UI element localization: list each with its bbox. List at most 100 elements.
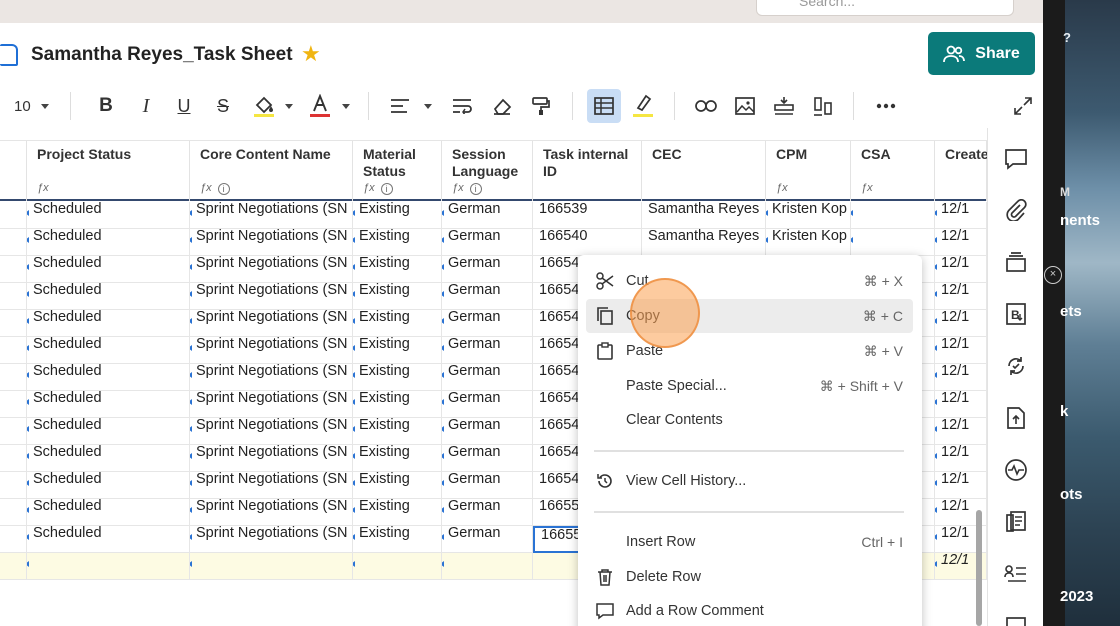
table-cell[interactable]: Scheduled	[27, 499, 190, 526]
table-cell[interactable]: Existing	[353, 229, 442, 256]
table-cell[interactable]: Scheduled	[27, 202, 190, 229]
row-number-cell[interactable]	[0, 256, 27, 283]
table-cell[interactable]: German	[442, 337, 533, 364]
highlight-button[interactable]	[631, 86, 655, 126]
menu-item-clear-contents[interactable]: Clear Contents	[586, 403, 913, 437]
sheet-title[interactable]: Samantha Reyes_Task Sheet	[31, 44, 293, 66]
favorite-star-icon[interactable]: ★	[301, 41, 321, 67]
table-cell[interactable]	[442, 553, 533, 580]
table-row[interactable]: Scheduled Sprint Negotiations (SN Existing…	[0, 202, 987, 229]
column-header[interactable]: CPM ƒx	[766, 141, 851, 201]
table-cell[interactable]: German	[442, 418, 533, 445]
panel-more-icon[interactable]	[1002, 610, 1030, 626]
info-icon[interactable]: i	[469, 182, 482, 195]
table-cell[interactable]: German	[442, 256, 533, 283]
table-cell[interactable]: Scheduled	[27, 526, 190, 553]
table-cell[interactable]: Existing	[353, 418, 442, 445]
table-cell[interactable]: Existing	[353, 364, 442, 391]
attachments-icon[interactable]	[1002, 196, 1030, 224]
table-cell[interactable]: Scheduled	[27, 310, 190, 337]
text-color-button[interactable]	[308, 86, 332, 126]
table-cell[interactable]	[353, 553, 442, 580]
underline-button[interactable]: U	[173, 86, 195, 126]
table-cell[interactable]: Scheduled	[27, 256, 190, 283]
menu-item-delete-row[interactable]: Delete Row	[586, 560, 913, 594]
menu-item-paste[interactable]: Paste ⌘ + V	[586, 334, 913, 368]
table-cell[interactable]: Sprint Negotiations (SN	[190, 202, 353, 229]
table-cell[interactable]: Sprint Negotiations (SN	[190, 229, 353, 256]
upload-file-icon[interactable]	[1002, 404, 1030, 432]
activity-icon[interactable]	[1002, 456, 1030, 484]
column-header[interactable]: Project Status ƒx	[27, 141, 190, 201]
table-cell[interactable]: Sprint Negotiations (SN	[190, 499, 353, 526]
table-cell[interactable]: Scheduled	[27, 283, 190, 310]
table-cell[interactable]: Sprint Negotiations (SN	[190, 418, 353, 445]
table-cell[interactable]: German	[442, 445, 533, 472]
table-cell[interactable]: Sprint Negotiations (SN	[190, 337, 353, 364]
row-number-cell[interactable]	[0, 310, 27, 337]
table-cell[interactable]: Scheduled	[27, 472, 190, 499]
row-number-cell[interactable]	[0, 202, 27, 229]
table-cell[interactable]: Sprint Negotiations (SN	[190, 310, 353, 337]
table-cell[interactable]: Sprint Negotiations (SN	[190, 256, 353, 283]
table-cell[interactable]: Samantha Reyes	[642, 229, 766, 256]
table-cell[interactable]: Existing	[353, 526, 442, 553]
menu-item-paste-special[interactable]: Paste Special... ⌘ + Shift + V	[586, 369, 913, 403]
table-cell[interactable]: Samantha Reyes	[642, 202, 766, 229]
column-header[interactable]: CEC	[642, 141, 766, 201]
table-cell[interactable]: Kristen Kop	[766, 229, 851, 256]
table-cell[interactable]: Sprint Negotiations (SN	[190, 391, 353, 418]
row-height-button[interactable]	[772, 86, 796, 126]
menu-item-view-cell-history[interactable]: View Cell History...	[586, 464, 913, 498]
table-cell[interactable]: Scheduled	[27, 391, 190, 418]
row-number-cell[interactable]	[0, 445, 27, 472]
table-cell[interactable]: Existing	[353, 391, 442, 418]
italic-button[interactable]: I	[135, 86, 157, 126]
column-button[interactable]	[811, 86, 835, 126]
clear-format-button[interactable]	[490, 86, 514, 126]
row-number-cell[interactable]	[0, 337, 27, 364]
table-cell[interactable]: Sprint Negotiations (SN	[190, 472, 353, 499]
info-icon[interactable]: i	[380, 182, 393, 195]
table-cell[interactable]: Sprint Negotiations (SN	[190, 526, 353, 553]
wrap-text-button[interactable]	[450, 86, 474, 126]
table-cell[interactable]: German	[442, 310, 533, 337]
table-cell[interactable]: Scheduled	[27, 229, 190, 256]
table-cell[interactable]: Sprint Negotiations (SN	[190, 445, 353, 472]
refresh-check-icon[interactable]	[1002, 352, 1030, 380]
table-cell[interactable]: Existing	[353, 337, 442, 364]
table-cell[interactable]: Existing	[353, 310, 442, 337]
table-cell[interactable]: Existing	[353, 472, 442, 499]
table-cell[interactable]	[190, 553, 353, 580]
table-cell[interactable]: Existing	[353, 445, 442, 472]
align-button[interactable]	[388, 86, 412, 126]
table-cell[interactable]: Existing	[353, 283, 442, 310]
table-cell[interactable]	[27, 553, 190, 580]
table-cell[interactable]: German	[442, 472, 533, 499]
fullscreen-button[interactable]	[1011, 86, 1035, 126]
strikethrough-button[interactable]: S	[212, 86, 234, 126]
table-cell[interactable]: German	[442, 364, 533, 391]
table-cell[interactable]: German	[442, 391, 533, 418]
vertical-scrollbar-thumb[interactable]	[976, 510, 982, 626]
table-cell[interactable]: Existing	[353, 499, 442, 526]
table-cell[interactable]: German	[442, 229, 533, 256]
row-number-cell[interactable]	[0, 526, 27, 553]
bold-button[interactable]: B	[95, 86, 117, 126]
table-cell[interactable]: German	[442, 499, 533, 526]
menu-item-add-row-comment[interactable]: Add a Row Comment	[586, 594, 913, 626]
table-cell[interactable]: 166540	[533, 229, 642, 256]
table-cell[interactable]: German	[442, 283, 533, 310]
link-button[interactable]	[694, 86, 718, 126]
table-row[interactable]: Scheduled Sprint Negotiations (SN Existing…	[0, 229, 987, 256]
search-input[interactable]: Search...	[756, 0, 1014, 16]
text-color-dropdown[interactable]	[340, 86, 352, 126]
align-dropdown[interactable]	[422, 86, 434, 126]
row-number-cell[interactable]	[0, 391, 27, 418]
row-number-cell[interactable]	[0, 553, 27, 580]
row-number-cell[interactable]	[0, 418, 27, 445]
proofing-icon[interactable]	[1002, 248, 1030, 276]
table-cell[interactable]: Sprint Negotiations (SN	[190, 283, 353, 310]
table-cell[interactable]: German	[442, 202, 533, 229]
image-button[interactable]	[733, 86, 757, 126]
